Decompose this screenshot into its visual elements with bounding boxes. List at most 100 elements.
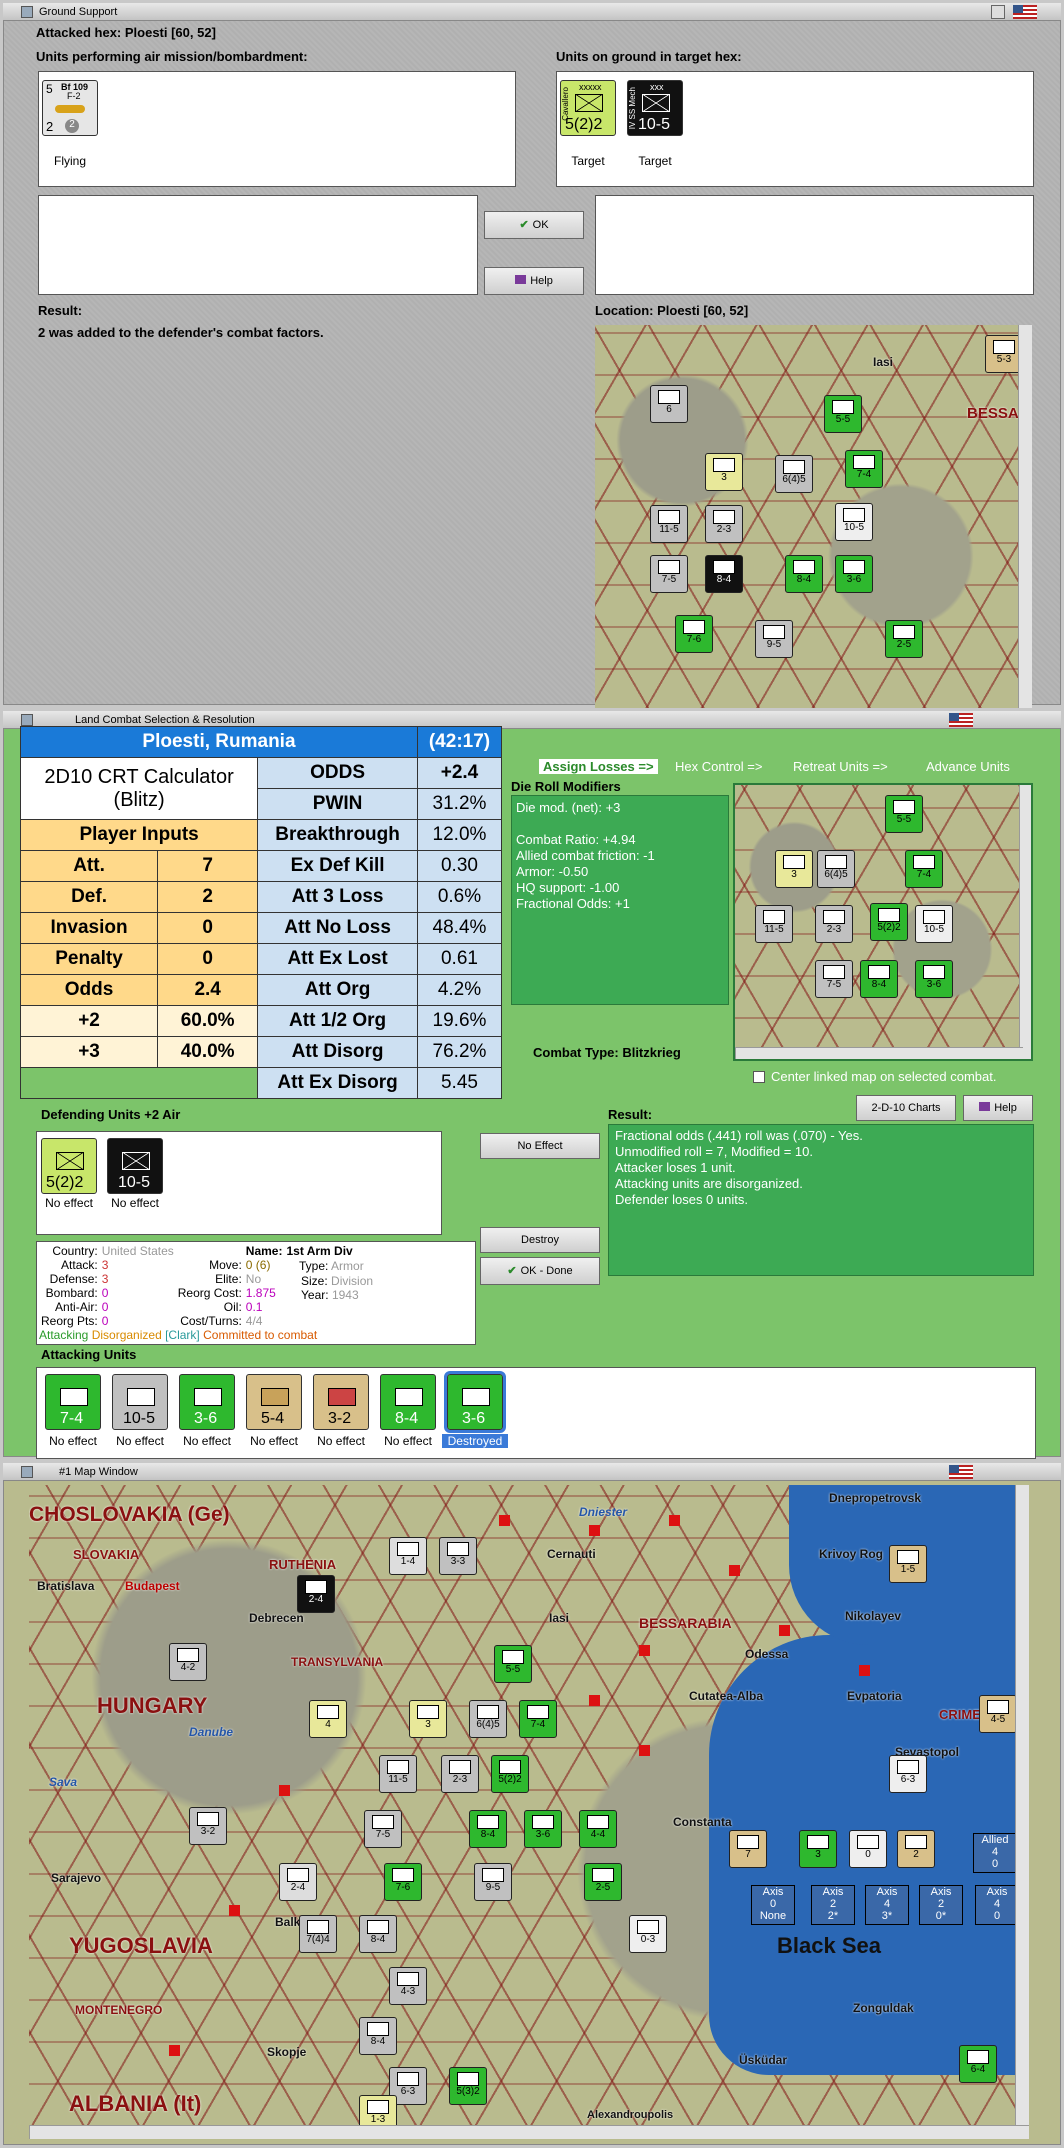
- map-unit[interactable]: 3-6: [835, 555, 873, 593]
- map-unit[interactable]: 3: [775, 850, 813, 888]
- map-unit[interactable]: 3-3: [439, 1537, 477, 1575]
- charts-button[interactable]: 2-D-10 Charts: [856, 1095, 956, 1121]
- attacking-unit[interactable]: 10-5: [112, 1374, 168, 1430]
- no-effect-button[interactable]: No Effect: [480, 1133, 600, 1159]
- map-unit[interactable]: 8-4: [705, 555, 743, 593]
- vertical-scrollbar[interactable]: [1018, 325, 1032, 710]
- attacking-unit[interactable]: 3-2: [313, 1374, 369, 1430]
- tab-hex-control[interactable]: Hex Control =>: [675, 759, 762, 774]
- map-unit[interactable]: 7-5: [650, 555, 688, 593]
- window-titlebar[interactable]: Ground Support: [3, 3, 1061, 21]
- map-unit[interactable]: 6-4: [959, 2045, 997, 2083]
- ground-unit-iv-ss-mech[interactable]: IV SS Mech xxx 10-5: [627, 80, 683, 136]
- map-unit[interactable]: 3: [705, 453, 743, 491]
- input-value[interactable]: 0: [157, 912, 259, 944]
- map-unit[interactable]: 5(2)2: [491, 1755, 529, 1793]
- map-unit[interactable]: 5-5: [824, 395, 862, 433]
- map-unit[interactable]: 11-5: [650, 505, 688, 543]
- ok-done-button[interactable]: ✔ OK - Done: [480, 1257, 600, 1285]
- map-unit[interactable]: 2-3: [815, 905, 853, 943]
- map-unit[interactable]: 0-3: [629, 1915, 667, 1953]
- map-unit[interactable]: 7: [729, 1830, 767, 1868]
- map-unit[interactable]: 5-5: [885, 795, 923, 833]
- map-unit[interactable]: 2-4: [297, 1575, 335, 1613]
- ok-button[interactable]: ✔ OK: [484, 211, 584, 239]
- vertical-scrollbar[interactable]: [1015, 1485, 1029, 2125]
- map-unit[interactable]: 0: [849, 1830, 887, 1868]
- tab-advance-units[interactable]: Advance Units: [926, 759, 1010, 774]
- window-titlebar[interactable]: #1 Map Window: [3, 1463, 1061, 1481]
- help-button[interactable]: Help: [963, 1095, 1033, 1121]
- tab-retreat-units[interactable]: Retreat Units =>: [793, 759, 888, 774]
- map-unit[interactable]: 9-5: [755, 620, 793, 658]
- axis-naval-box[interactable]: Axis 0 None: [751, 1885, 795, 1925]
- map-unit[interactable]: 2-3: [441, 1755, 479, 1793]
- map-unit[interactable]: 6(4)5: [817, 850, 855, 888]
- map-unit[interactable]: 1-3: [359, 2095, 397, 2125]
- map-unit[interactable]: 10-5: [915, 905, 953, 943]
- ground-unit-cavallero[interactable]: Cavallero xxxxx 5(2)2: [560, 80, 616, 136]
- minimize-icon[interactable]: [991, 5, 1005, 19]
- map-unit[interactable]: 9-5: [474, 1863, 512, 1901]
- map-unit[interactable]: 5-5: [494, 1645, 532, 1683]
- map-unit[interactable]: 6-3: [889, 1755, 927, 1793]
- axis-naval-box[interactable]: Axis 4 0: [975, 1885, 1019, 1925]
- map-unit[interactable]: 6: [650, 385, 688, 423]
- attacking-unit-selected[interactable]: 3-6: [444, 1371, 506, 1433]
- map-unit[interactable]: 8-4: [359, 1915, 397, 1953]
- destroy-button[interactable]: Destroy: [480, 1227, 600, 1253]
- help-button[interactable]: Help: [484, 267, 584, 295]
- map-unit[interactable]: 8-4: [469, 1810, 507, 1848]
- tab-assign-losses[interactable]: Assign Losses =>: [539, 759, 658, 774]
- map-unit[interactable]: 2-3: [705, 505, 743, 543]
- main-map[interactable]: CHOSLOVAKIA (Ge) SLOVAKIA RUTHENIA HUNGA…: [29, 1485, 1029, 2125]
- defending-unit-iv-ss-mech[interactable]: 10-5: [107, 1138, 163, 1194]
- input-value[interactable]: 7: [157, 850, 259, 882]
- map-unit[interactable]: 3-2: [189, 1807, 227, 1845]
- map-unit[interactable]: 7(4)4: [299, 1915, 337, 1953]
- map-unit[interactable]: 11-5: [379, 1755, 417, 1793]
- map-unit[interactable]: 4: [309, 1700, 347, 1738]
- map-unit[interactable]: 4-4: [579, 1810, 617, 1848]
- attacking-unit[interactable]: 7-4: [45, 1374, 101, 1430]
- map-unit[interactable]: 7-4: [845, 450, 883, 488]
- map-unit[interactable]: 2-5: [584, 1863, 622, 1901]
- air-unit-counter[interactable]: 5 Bf 109 F-2 2 2: [42, 80, 98, 136]
- map-unit[interactable]: 2: [897, 1830, 935, 1868]
- map-unit[interactable]: 4-5: [979, 1695, 1017, 1733]
- map-unit[interactable]: 3-6: [524, 1810, 562, 1848]
- map-unit[interactable]: 6(4)5: [775, 455, 813, 493]
- map-unit[interactable]: 7-5: [815, 960, 853, 998]
- axis-naval-box[interactable]: Axis 4 3*: [865, 1885, 909, 1925]
- map-unit[interactable]: 5(3)2: [449, 2067, 487, 2105]
- axis-naval-box[interactable]: Axis 2 0*: [919, 1885, 963, 1925]
- defending-unit-cavallero[interactable]: 5(2)2: [41, 1138, 97, 1194]
- attacking-unit[interactable]: 3-6: [179, 1374, 235, 1430]
- map-unit[interactable]: 10-5: [835, 503, 873, 541]
- map-unit[interactable]: 8-4: [860, 960, 898, 998]
- map-unit[interactable]: 3: [409, 1700, 447, 1738]
- map-unit[interactable]: 8-4: [359, 2017, 397, 2055]
- map-unit[interactable]: 3-6: [915, 960, 953, 998]
- map-unit[interactable]: 7-6: [384, 1863, 422, 1901]
- map-unit[interactable]: 6(4)5: [469, 1700, 507, 1738]
- attacking-unit[interactable]: 8-4: [380, 1374, 436, 1430]
- input-value[interactable]: 0: [157, 943, 259, 975]
- map-unit[interactable]: 7-6: [675, 615, 713, 653]
- vertical-scrollbar[interactable]: [1019, 785, 1031, 1059]
- map-unit[interactable]: 7-4: [905, 850, 943, 888]
- map-unit[interactable]: 4-2: [169, 1643, 207, 1681]
- attacking-unit[interactable]: 5-4: [246, 1374, 302, 1430]
- map-unit[interactable]: 2-4: [279, 1863, 317, 1901]
- map-unit[interactable]: 1-5: [889, 1545, 927, 1583]
- center-linked-checkbox[interactable]: Center linked map on selected combat.: [753, 1069, 996, 1084]
- input-value[interactable]: 2: [157, 881, 259, 913]
- map-unit[interactable]: 4-3: [389, 1967, 427, 2005]
- horizontal-scrollbar[interactable]: [29, 2125, 1029, 2139]
- map-unit[interactable]: 11-5: [755, 905, 793, 943]
- map-unit[interactable]: 3: [799, 1830, 837, 1868]
- axis-naval-box[interactable]: Axis 2 2*: [811, 1885, 855, 1925]
- map-unit[interactable]: 1-4: [389, 1537, 427, 1575]
- map-unit[interactable]: 7-5: [364, 1810, 402, 1848]
- allied-naval-box[interactable]: Allied 4 0: [973, 1833, 1017, 1873]
